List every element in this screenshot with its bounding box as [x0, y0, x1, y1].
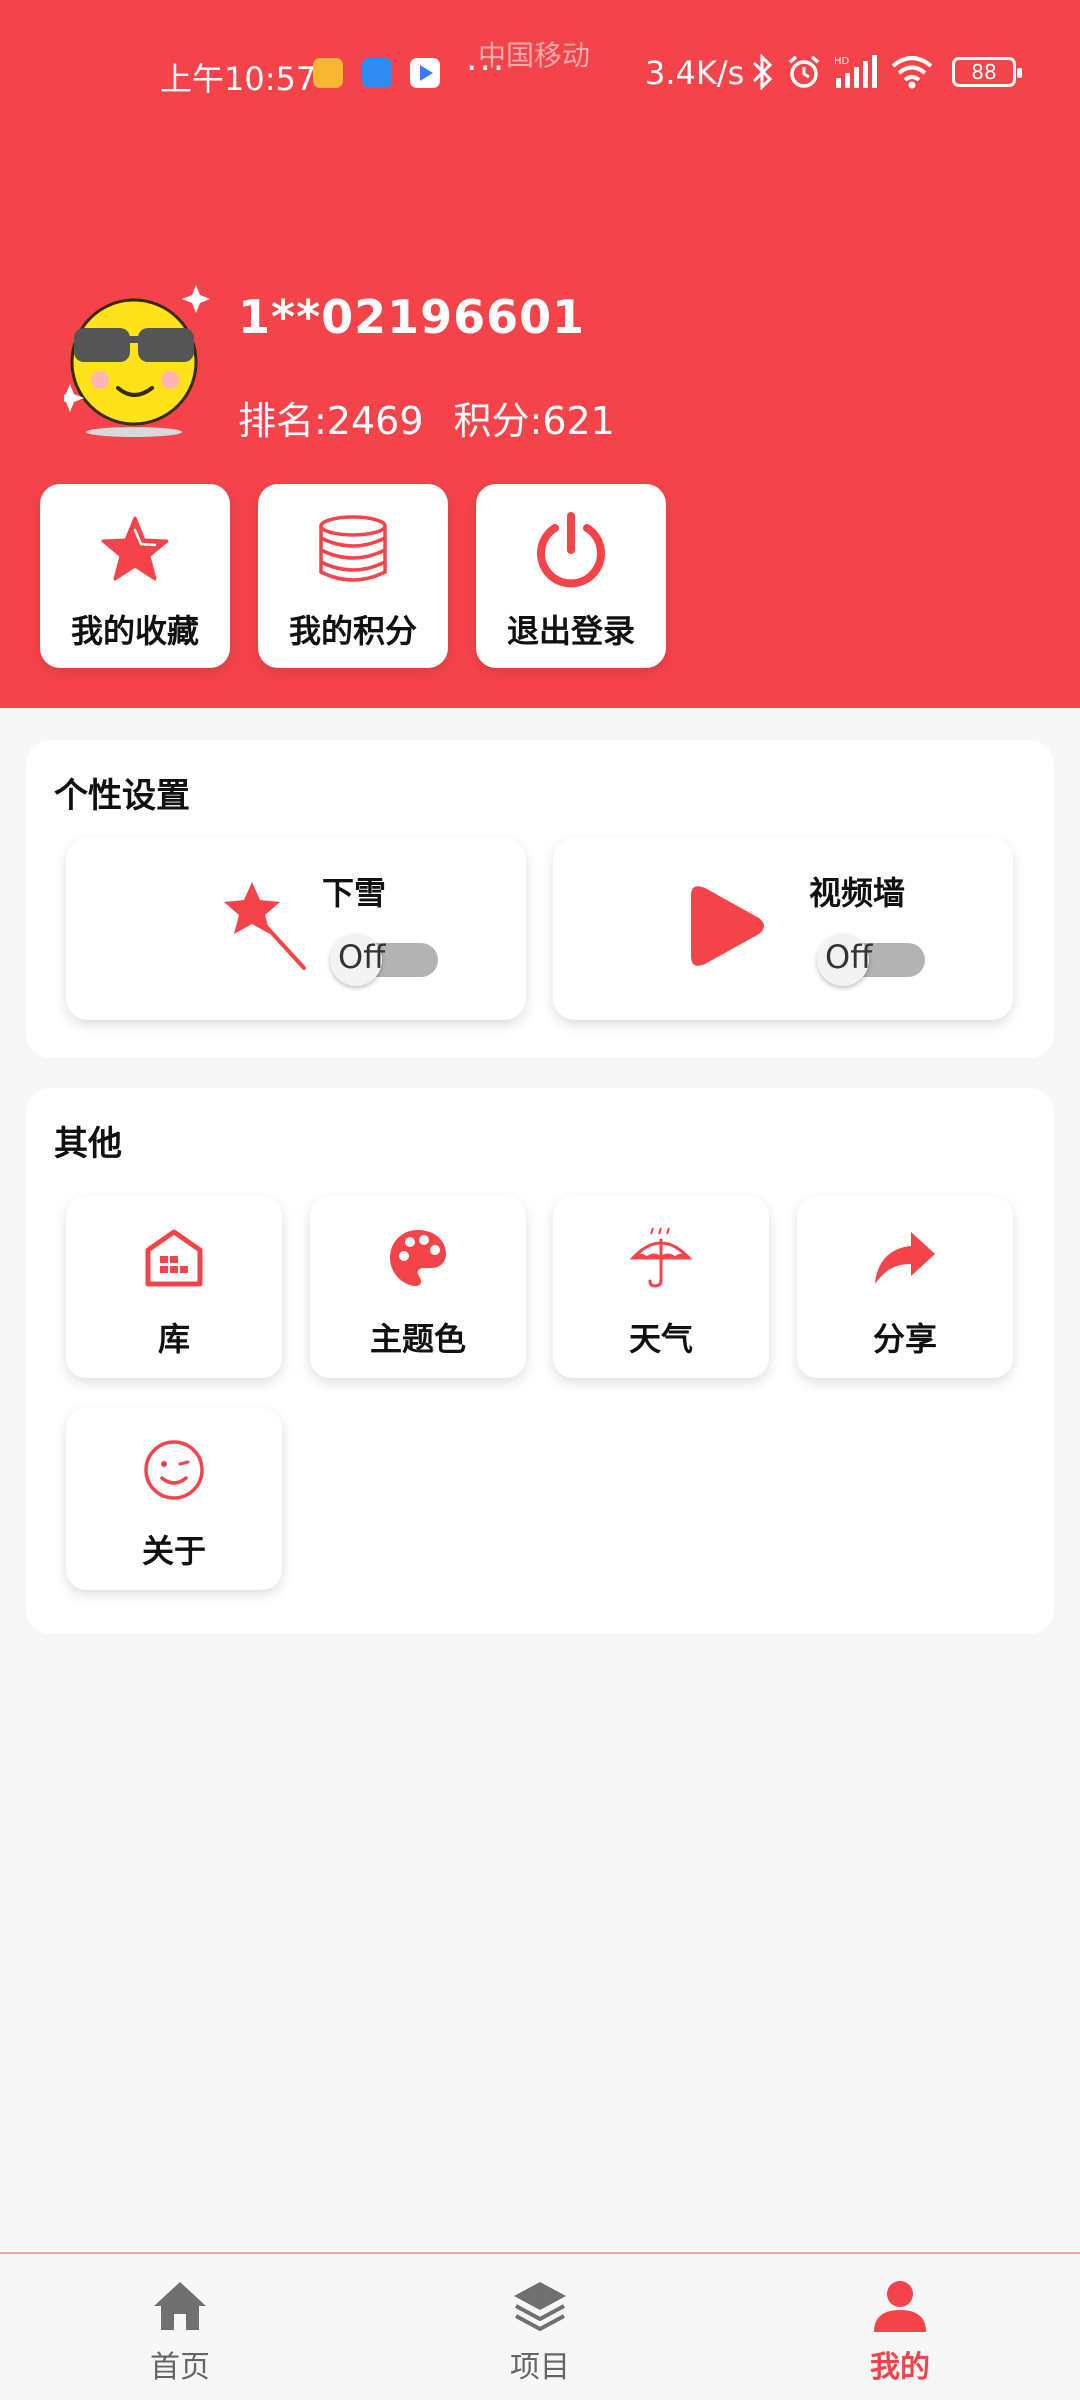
share-button[interactable]: 分享: [797, 1196, 1013, 1378]
nav-mine[interactable]: 我的: [820, 2276, 980, 2386]
nav-projects-label: 项目: [510, 2350, 570, 2385]
snow-toggle-card[interactable]: 下雪 Off: [66, 838, 526, 1020]
carrier-label: 中国移动: [478, 39, 591, 72]
snow-label: 下雪: [322, 874, 387, 912]
signal-hd-icon: HD: [834, 55, 877, 88]
quick-actions: 我的收藏 我的积分 退出登录: [40, 484, 666, 668]
status-bar: 上午10:57 ··· 中国移动 3.4K/s HD 88: [0, 0, 1080, 150]
coins-icon: [319, 515, 387, 582]
weather-label: 天气: [628, 1320, 693, 1358]
nav-home[interactable]: 首页: [100, 2276, 260, 2386]
status-icons: HD 88: [750, 52, 1022, 92]
switch-state: Off: [825, 938, 873, 976]
profile-header: 上午10:57 ··· 中国移动 3.4K/s HD 88 1**0219660…: [0, 0, 1080, 708]
section-title: 个性设置: [54, 776, 190, 816]
nav-mine-label: 我的: [870, 2350, 930, 2385]
library-button[interactable]: 库: [66, 1196, 282, 1378]
star-icon: [101, 516, 169, 581]
notification-app-icon: [313, 58, 343, 88]
power-icon: [537, 512, 605, 588]
theme-color-label: 主题色: [369, 1320, 466, 1358]
about-button[interactable]: 关于: [66, 1408, 282, 1590]
avatar[interactable]: [64, 280, 214, 440]
rank-text: 排名:2469: [238, 399, 424, 443]
video-wall-switch[interactable]: Off: [817, 934, 925, 986]
library-label: 库: [157, 1320, 190, 1358]
play-icon: [691, 886, 764, 966]
network-speed: 3.4K/s: [645, 54, 745, 92]
username: 1**02196601: [238, 290, 586, 344]
share-icon: [875, 1232, 935, 1284]
palette-icon: [390, 1230, 446, 1286]
umbrella-icon: [629, 1227, 693, 1288]
points-text: 积分:621: [453, 399, 615, 443]
snow-switch[interactable]: Off: [330, 934, 438, 986]
my-points-label: 我的积分: [288, 612, 417, 650]
video-wall-label: 视频墙: [809, 874, 906, 912]
share-label: 分享: [872, 1320, 937, 1358]
section-title: 其他: [54, 1124, 122, 1164]
nav-projects[interactable]: 项目: [460, 2276, 620, 2386]
weather-button[interactable]: 天气: [553, 1196, 769, 1378]
about-label: 关于: [141, 1532, 206, 1570]
svg-text:HD: HD: [834, 56, 850, 67]
status-time: 上午10:57: [160, 60, 317, 98]
layers-icon: [514, 2282, 566, 2331]
theme-color-button[interactable]: 主题色: [310, 1196, 526, 1378]
notification-app-icon: [362, 58, 392, 88]
logout-label: 退出登录: [506, 612, 635, 650]
alarm-icon: [788, 55, 820, 88]
bottom-nav: 首页 项目 我的: [0, 2252, 1080, 2400]
personal-settings-section: 个性设置 下雪 Off 视频墙 Off: [26, 740, 1054, 1058]
switch-state: Off: [338, 938, 386, 976]
smile-icon: [144, 1440, 204, 1500]
nav-home-label: 首页: [150, 2350, 210, 2385]
notification-video-icon: [410, 58, 440, 88]
my-points-button[interactable]: 我的积分: [258, 484, 448, 668]
person-icon: [874, 2281, 926, 2332]
favorites-label: 我的收藏: [70, 612, 199, 650]
bluetooth-icon: [752, 54, 773, 90]
home-icon: [154, 2282, 206, 2330]
battery-icon: 88: [952, 57, 1022, 87]
video-wall-toggle-card[interactable]: 视频墙 Off: [553, 838, 1013, 1020]
logout-button[interactable]: 退出登录: [476, 484, 666, 668]
wifi-icon: [891, 56, 933, 89]
warehouse-icon: [145, 1229, 203, 1287]
favorites-button[interactable]: 我的收藏: [40, 484, 230, 668]
rank-line: 排名:2469 积分:621: [238, 390, 615, 445]
magic-wand-icon: [224, 882, 306, 970]
others-section: 其他 库 主题色 天气 分享 关于: [26, 1088, 1054, 1634]
